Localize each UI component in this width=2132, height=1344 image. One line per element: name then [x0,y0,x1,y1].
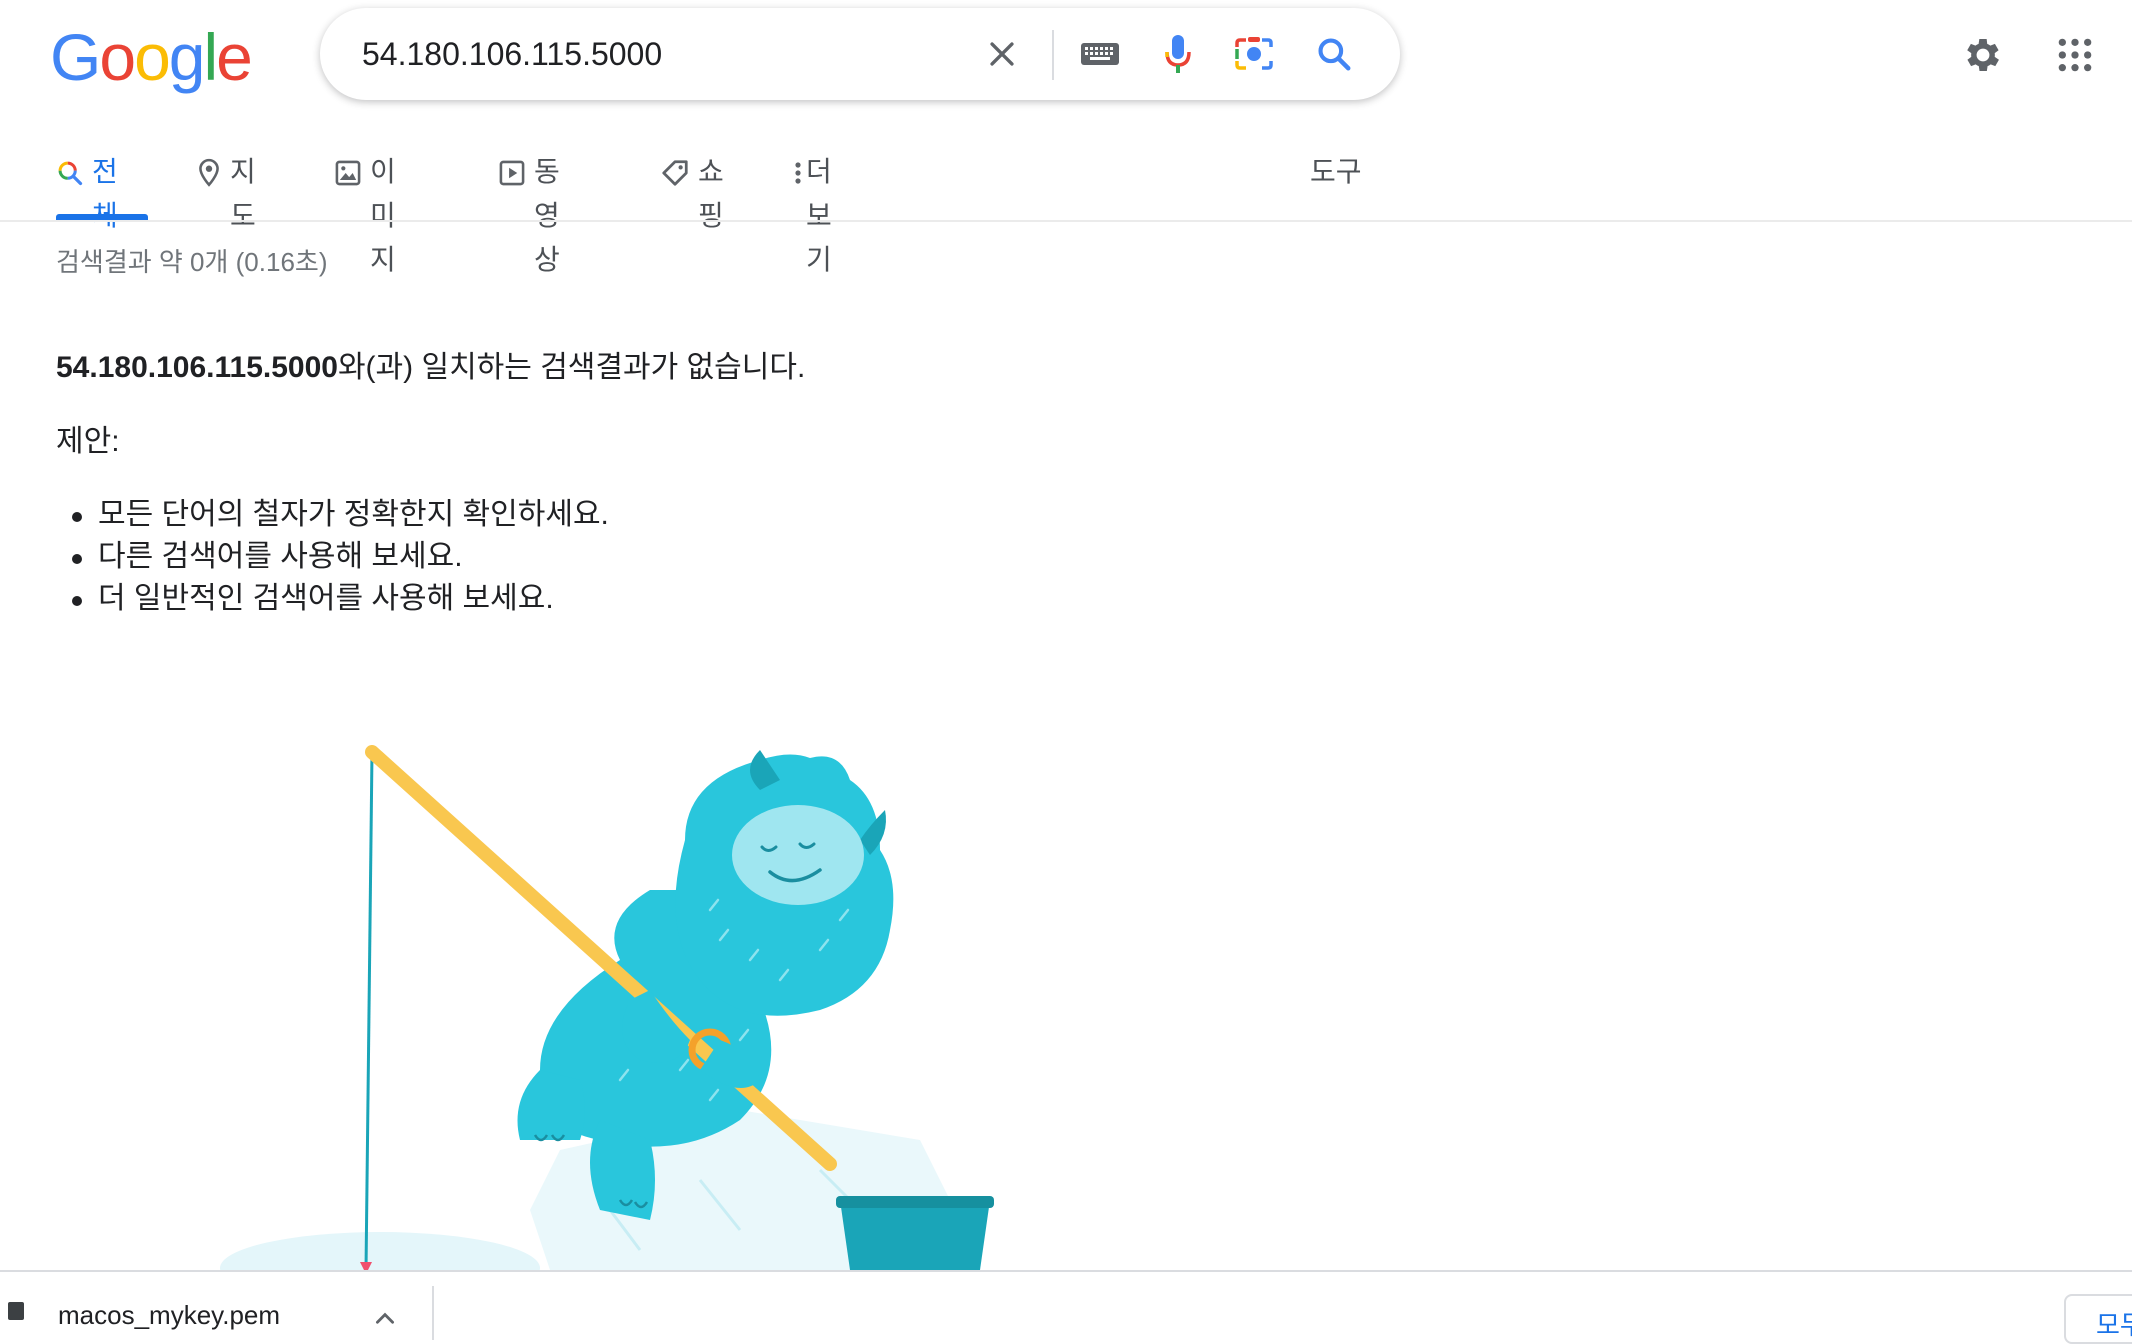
bucket [840,1200,990,1270]
microphone-icon[interactable] [1156,32,1200,76]
logo-letter: o [134,20,171,94]
tab-more[interactable]: 더보기 [794,150,840,275]
close-icon[interactable] [980,32,1024,76]
image-icon [334,158,362,188]
suggestion-item: 모든 단어의 철자가 정확한지 확인하세요. [56,494,609,536]
tools-button[interactable]: 도구 [1310,150,1362,194]
tab-label: 더보기 [806,156,832,275]
search-icon[interactable] [1312,32,1356,76]
search-icon [56,158,84,188]
map-pin-icon [196,158,222,188]
download-bar: macos_mykey.pem 모두 [0,1270,2132,1344]
logo-letter: l [203,20,219,94]
tab-maps[interactable]: 지도 [196,150,260,231]
apps-grid-icon[interactable] [2052,32,2098,78]
download-item[interactable]: macos_mykey.pem [0,1272,432,1340]
header-divider [0,220,2132,222]
tab-all[interactable]: 전체 [56,150,120,231]
no-results-text: 와(과) 일치하는 검색결과가 없습니다. [337,351,806,384]
tab-videos[interactable]: 동영상 [498,150,562,275]
gear-icon[interactable] [1960,32,2006,78]
google-logo[interactable]: Google [50,24,253,90]
tab-images[interactable]: 이미지 [334,150,398,275]
logo-letter: G [50,20,101,94]
keyboard-icon[interactable] [1078,32,1122,76]
suggestion-item: 다른 검색어를 사용해 보세요. [56,536,609,578]
logo-letter: o [99,20,136,94]
more-vert-icon [794,158,802,188]
yeti-foot [517,1070,585,1140]
file-icon [8,1302,24,1320]
fishing-yeti-illustration [220,745,994,1270]
download-bar-divider [432,1286,434,1340]
tab-shopping[interactable]: 쇼핑 [660,150,724,231]
download-file-name: macos_mykey.pem [58,1300,281,1330]
show-all-downloads-button[interactable]: 모두 [2064,1294,2132,1344]
ice-hole [220,1232,540,1270]
search-input[interactable]: 54.180.106.115.5000 [362,8,662,100]
logo-letter: e [216,20,253,94]
suggestion-item: 더 일반적인 검색어를 사용해 보세요. [56,578,609,620]
tab-label: 전체 [92,156,118,231]
tab-label: 이미지 [370,156,396,275]
no-results-query: 54.180.106.115.5000 [56,351,338,384]
play-icon [498,158,526,188]
logo-letter: g [168,20,206,94]
suggestions-heading: 제안: [56,425,120,458]
no-results-message: 54.180.106.115.5000와(과) 일치하는 검색결과가 없습니다. [56,348,805,388]
tab-label: 지도 [230,156,256,231]
chevron-up-icon[interactable] [372,1306,402,1336]
search-box[interactable]: 54.180.106.115.5000 [320,8,1400,100]
tab-label: 동영상 [534,156,560,275]
result-stats: 검색결과 약 0개 (0.16초) [56,247,328,277]
yeti-face [732,805,864,905]
search-box-divider [1052,30,1054,80]
tag-icon [660,158,690,188]
fishing-line [364,751,374,1270]
suggestions-list: 모든 단어의 철자가 정확한지 확인하세요. 다른 검색어를 사용해 보세요. … [56,494,609,620]
tab-label: 쇼핑 [698,156,724,231]
camera-lens-icon[interactable] [1232,32,1276,76]
